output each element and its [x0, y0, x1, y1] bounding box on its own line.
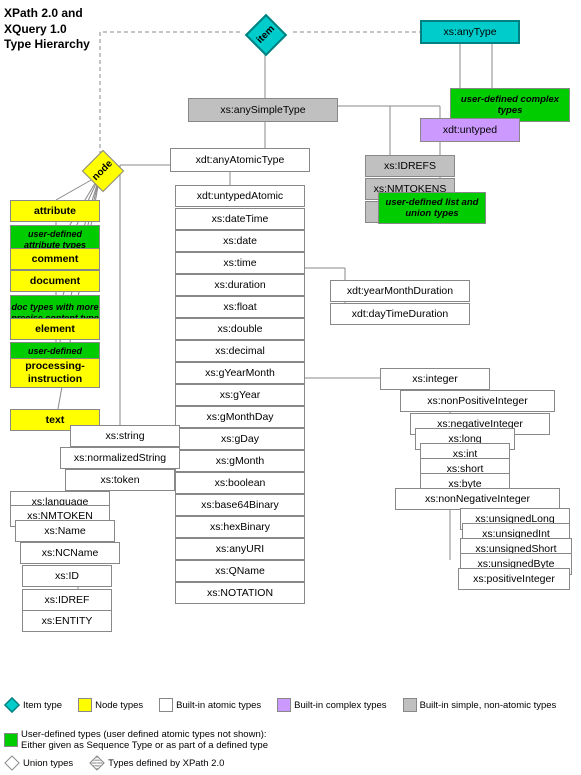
document-node: document	[10, 270, 100, 292]
duration-node: xs:duration	[175, 274, 305, 296]
positiveinteger-node: xs:positiveInteger	[458, 568, 570, 590]
integer-node: xs:integer	[380, 368, 490, 390]
node-node: node	[80, 148, 126, 194]
untyped-node: xdt:untyped	[420, 118, 520, 142]
untypedatomic-node: xdt:untypedAtomic	[175, 185, 305, 207]
legend-white-box	[159, 698, 173, 712]
legend-user-defined: User-defined types (user defined atomic …	[4, 729, 284, 751]
boolean-node: xs:boolean	[175, 472, 305, 494]
gyear-node: xs:gYear	[175, 384, 305, 406]
legend-item-type: Item type	[4, 697, 62, 713]
legend-yellow-box	[78, 698, 92, 712]
date-node: xs:date	[175, 230, 305, 252]
decimal-node: xs:decimal	[175, 340, 305, 362]
anyatomictype-node: xdt:anyAtomicType	[170, 148, 310, 172]
anytype-node: xs:anyType	[420, 20, 520, 44]
user-defined-list-union-node: user-defined list and union types	[378, 192, 486, 224]
gmonth-node: xs:gMonth	[175, 450, 305, 472]
legend-union-types: Union types	[4, 755, 73, 771]
element-node: element	[10, 318, 100, 340]
idref-node: xs:IDREF	[22, 589, 112, 611]
normalizedstring-node: xs:normalizedString	[60, 447, 180, 469]
idrefs-node: xs:IDREFS	[365, 155, 455, 177]
processing-instruction-node: processing- instruction	[10, 358, 100, 388]
token-node: xs:token	[65, 469, 175, 491]
float-node: xs:float	[175, 296, 305, 318]
user-defined-complex-types-node: user-defined complex types	[450, 88, 570, 122]
yearmonth-duration-node: xdt:yearMonthDuration	[330, 280, 470, 302]
legend-builtin-complex: Built-in complex types	[277, 697, 386, 713]
double-node: xs:double	[175, 318, 305, 340]
legend-hatched-diamond	[89, 755, 105, 771]
daytime-duration-node: xdt:dayTimeDuration	[330, 303, 470, 325]
attribute-node: attribute	[10, 200, 100, 222]
qname-node: xs:QName	[175, 560, 305, 582]
legend-cyan-diamond	[4, 697, 20, 713]
hexbinary-node: xs:hexBinary	[175, 516, 305, 538]
item-node: item	[243, 12, 289, 58]
legend-node-type: Node types	[78, 697, 143, 713]
legend-gray-box	[403, 698, 417, 712]
legend-purple-box	[277, 698, 291, 712]
nonpositive-node: xs:nonPositiveInteger	[400, 390, 555, 412]
datetime-node: xs:dateTime	[175, 208, 305, 230]
nonnegative-node: xs:nonNegativeInteger	[395, 488, 560, 510]
time-node: xs:time	[175, 252, 305, 274]
base64binary-node: xs:base64Binary	[175, 494, 305, 516]
main-container: XPath 2.0 and XQuery 1.0 Type Hierarchy	[0, 0, 581, 775]
legend-green-box	[4, 733, 18, 747]
comment-node: comment	[10, 248, 100, 270]
string-node: xs:string	[70, 425, 180, 447]
name-node: xs:Name	[15, 520, 115, 542]
gmonthday-node: xs:gMonthDay	[175, 406, 305, 428]
legend-builtin-simple: Built-in simple, non-atomic types	[403, 697, 557, 713]
anysimpletype-node: xs:anySimpleType	[188, 98, 338, 122]
entity-node: xs:ENTITY	[22, 610, 112, 632]
anyuri-node: xs:anyURI	[175, 538, 305, 560]
gyearmonth-node: xs:gYearMonth	[175, 362, 305, 384]
page-title: XPath 2.0 and XQuery 1.0 Type Hierarchy	[4, 6, 90, 53]
id-node: xs:ID	[22, 565, 112, 587]
notation-node: xs:NOTATION	[175, 582, 305, 604]
ncname-node: xs:NCName	[20, 542, 120, 564]
legend-builtin-atomic: Built-in atomic types	[159, 697, 261, 713]
legend-plain-diamond	[4, 755, 20, 771]
gday-node: xs:gDay	[175, 428, 305, 450]
legend: Item type Node types Built-in atomic typ…	[4, 697, 581, 771]
legend-xpath-types: Types defined by XPath 2.0	[89, 755, 224, 771]
